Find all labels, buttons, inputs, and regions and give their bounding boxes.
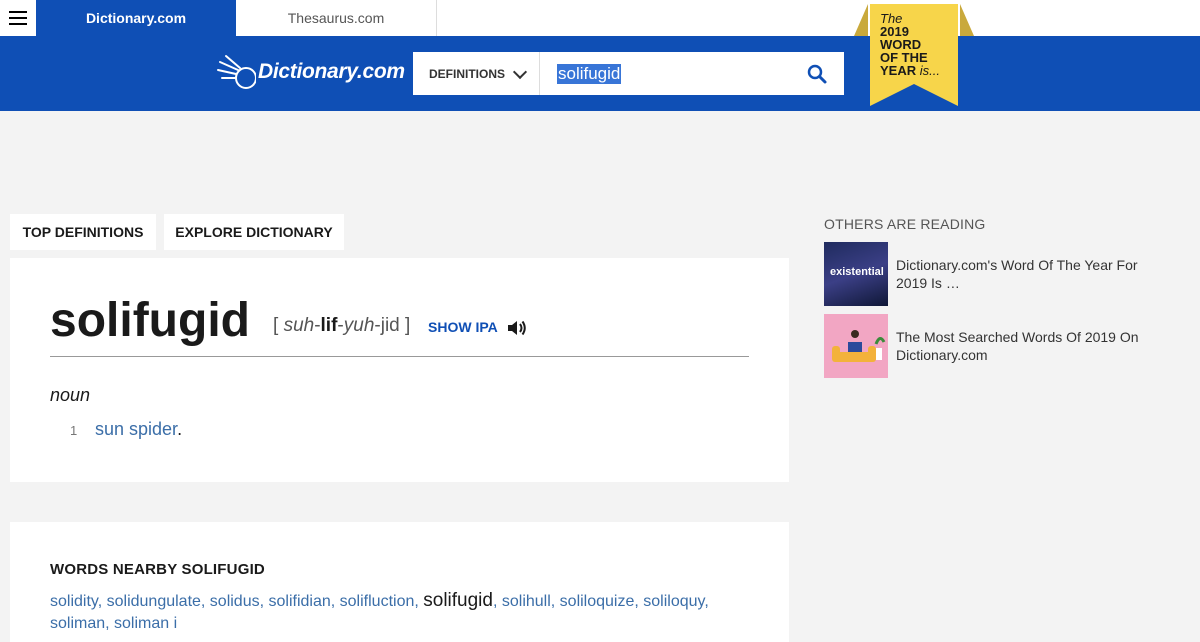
explore-dictionary-tab[interactable]: EXPLORE DICTIONARY (164, 214, 344, 250)
article-title: The Most Searched Words Of 2019 On Dicti… (896, 329, 1139, 363)
logo-wordmark: Dictionary.com (258, 60, 405, 83)
nearby-word[interactable]: soliloquize (560, 593, 635, 610)
menu-icon[interactable] (0, 0, 36, 36)
part-of-speech: noun (50, 385, 91, 405)
search-icon[interactable] (805, 62, 829, 86)
tab-thesaurus[interactable]: Thesaurus.com (236, 0, 437, 36)
sofa-illustration-icon (832, 330, 886, 362)
sidebar-article[interactable]: existential Dictionary.com's Word Of The… (824, 242, 1164, 306)
definition-link[interactable]: sun spider (95, 419, 177, 439)
headword: solifugid (50, 294, 250, 347)
definition-card (10, 258, 789, 482)
top-definitions-tab[interactable]: TOP DEFINITIONS (10, 214, 156, 250)
nearby-word[interactable]: soliman i (114, 615, 177, 632)
site-logo[interactable]: Dictionary.com (216, 52, 405, 92)
search-input[interactable]: solifugid (557, 64, 622, 84)
nearby-title: WORDS NEARBY SOLIFUGID (50, 561, 265, 578)
top-strip: Dictionary.com Thesaurus.com (0, 0, 1200, 36)
sidebar-article[interactable]: The Most Searched Words Of 2019 On Dicti… (824, 314, 1164, 378)
nearby-word[interactable]: soliman (50, 615, 105, 632)
speaker-icon[interactable] (506, 317, 528, 339)
chevron-down-icon (512, 64, 528, 79)
divider (50, 356, 749, 357)
article-thumbnail (824, 314, 888, 378)
definition-number: 1 (70, 423, 78, 438)
sidebar-title: OTHERS ARE READING (824, 216, 986, 232)
search-type-label: DEFINITIONS (429, 66, 506, 81)
pronunciation: [ suh-lif-yuh-jid ] (273, 315, 411, 336)
search-box: DEFINITIONS solifugid (413, 52, 844, 95)
word-of-year-text[interactable]: The 2019 WORD OF THE YEAR is... (880, 12, 940, 77)
thumbnail-text: existential (830, 266, 884, 278)
nearby-word[interactable]: solifidian (269, 593, 331, 610)
tab-dictionary[interactable]: Dictionary.com (36, 0, 236, 36)
nearby-word[interactable]: soliloquy (643, 593, 704, 610)
article-title: Dictionary.com's Word Of The Year For 20… (896, 257, 1138, 291)
nearby-current-word: solifugid (423, 590, 493, 611)
logo-rays-icon (217, 55, 256, 89)
nearby-word[interactable]: solidus (210, 593, 260, 610)
search-type-dropdown[interactable]: DEFINITIONS (413, 52, 540, 95)
nearby-word[interactable]: solihull (502, 593, 551, 610)
nearby-word[interactable]: solidity (50, 593, 98, 610)
nearby-list: solidity, solidungulate, solidus, solifi… (50, 590, 709, 632)
nearby-word[interactable]: solifluction (340, 593, 415, 610)
show-ipa-button[interactable]: SHOW IPA (428, 319, 498, 335)
article-thumbnail: existential (824, 242, 888, 306)
nearby-word[interactable]: solidungulate (107, 593, 201, 610)
definition-text: sun spider. (95, 419, 183, 439)
